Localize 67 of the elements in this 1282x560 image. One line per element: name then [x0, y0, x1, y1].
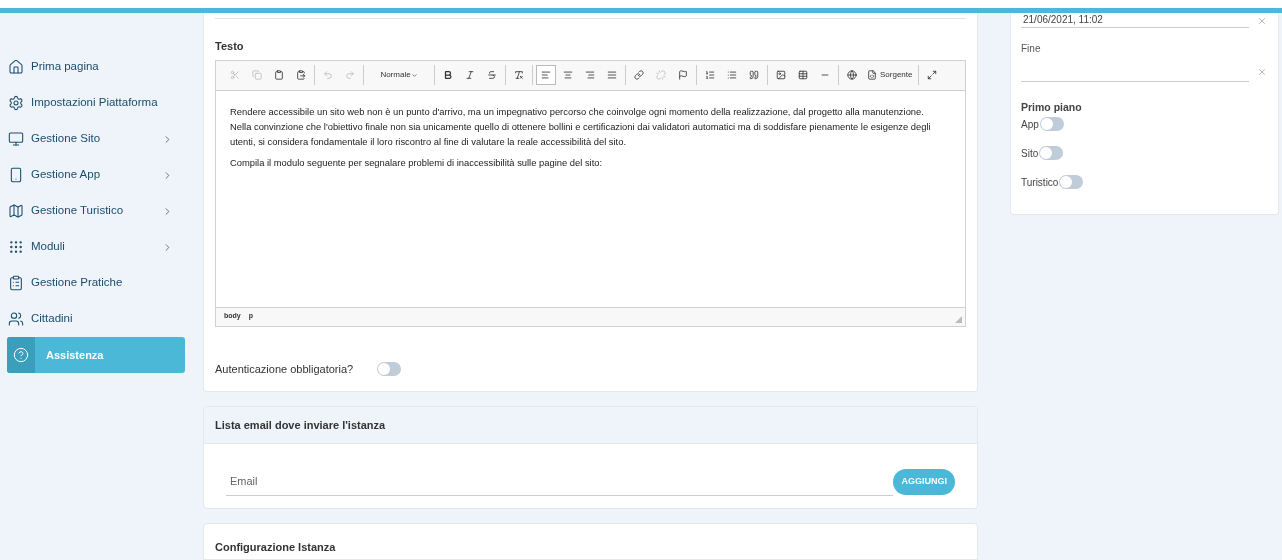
unlink-icon [656, 70, 666, 80]
copy-icon [252, 70, 262, 80]
source-button[interactable]: Sorgente [864, 65, 916, 85]
section-title: Primo piano [1021, 100, 1083, 115]
paste-icon [274, 70, 284, 80]
sidebar-item[interactable]: Gestione App [0, 157, 195, 193]
toggle-switch[interactable] [1059, 175, 1084, 190]
toggle-label: Autenticazione obbligatoria? [215, 361, 354, 377]
sidebar-item[interactable]: Gestione Sito [0, 121, 195, 157]
gear-icon [8, 95, 24, 111]
italic-icon [465, 70, 475, 80]
maximize-icon [927, 70, 938, 80]
start-date-field[interactable]: 21/06/2021, 11:02 [1021, 13, 1249, 28]
sidebar-item[interactable]: Moduli [0, 229, 195, 265]
format-dropdown[interactable]: Normale [367, 65, 431, 85]
scissors-icon [230, 70, 240, 80]
flag-icon [678, 70, 688, 80]
numbered-list-icon [705, 70, 715, 80]
card-title: Configurazione Istanza [215, 540, 336, 553]
field-label: Testo [215, 39, 245, 54]
toggle-switch[interactable] [377, 361, 402, 376]
phone-icon [8, 167, 24, 183]
sidebar-item[interactable]: Gestione Pratiche [0, 265, 195, 301]
image-icon [776, 70, 786, 80]
paste-text-icon [296, 70, 306, 80]
align-left-icon [541, 70, 551, 80]
link-icon [634, 70, 644, 80]
toggle-label: Sito [1021, 146, 1039, 161]
align-center-icon [563, 70, 573, 80]
justify-icon [607, 70, 617, 80]
table-icon [798, 70, 808, 80]
undo-icon [323, 70, 333, 80]
grid-icon [8, 239, 24, 255]
clipboard-icon [8, 275, 24, 291]
bold-icon [443, 70, 453, 80]
quote-icon [749, 70, 759, 80]
paragraph: Compila il modulo seguente per segnalare problemi di inaccessibilità sulle pagine del sito: [230, 155, 604, 170]
resize-grip-icon [955, 315, 962, 323]
strikethrough-icon [487, 70, 497, 80]
home-icon [8, 59, 24, 75]
paragraph: Nella convinzione che l'obiettivo finale non sia unicamente quello di ottenere bollini e certificazioni dai validatori automatici ma di soddisfare pienamente le esigenze degli utenti, si considera fondamentale il loro riscontro al fine di valutare la reale accessibilità del sito. [230, 119, 932, 149]
caret-icon [410, 71, 418, 79]
bulleted-list-icon [727, 70, 737, 80]
toggle-switch[interactable] [1039, 117, 1064, 132]
paragraph: Rendere accessibile un sito web non è un punto d'arrivo, ma un impegnativo percorso che coinvolge ogni momento della realizzazione, dal progetto alla manutenzione. [230, 104, 925, 119]
help-icon [13, 347, 29, 363]
toggle-switch[interactable] [1039, 146, 1064, 161]
toggle-label: Turistico [1021, 175, 1059, 190]
sidebar-item[interactable]: Prima pagina [0, 49, 195, 85]
document-icon [867, 70, 877, 80]
email-input-field[interactable]: Email [226, 467, 894, 496]
sidebar-item[interactable]: Gestione Turistico [0, 193, 195, 229]
clear-format-icon [514, 70, 524, 80]
users-icon [8, 311, 24, 327]
close-icon[interactable] [1257, 67, 1267, 77]
align-right-icon [585, 70, 595, 80]
sidebar-item[interactable]: Impostazioni Piattaforma [0, 85, 195, 121]
rich-text-editor[interactable] [215, 59, 966, 327]
globe-icon [847, 70, 857, 80]
sidebar-item[interactable]: Cittadini [0, 301, 195, 337]
close-icon[interactable] [1257, 15, 1267, 26]
redo-icon [345, 70, 355, 80]
field-label: Fine [1021, 42, 1042, 56]
toggle-label: App [1021, 117, 1039, 132]
monitor-icon [8, 131, 24, 147]
map-icon [8, 203, 24, 219]
card-title: Lista email dove inviare l'istanza [215, 417, 386, 433]
